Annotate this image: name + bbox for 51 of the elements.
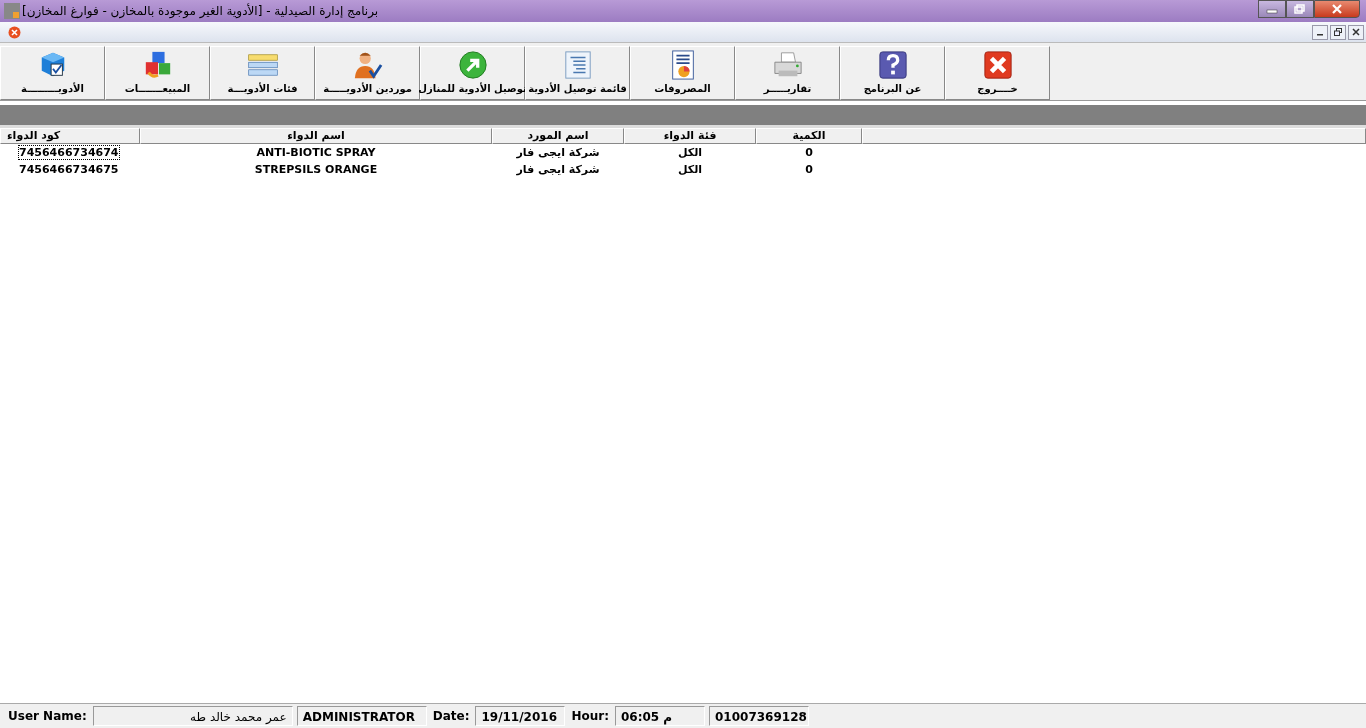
toolbar-button[interactable]: قائمة توصيل الأدوية [525, 46, 630, 100]
table-cell: 7456466734674 [19, 146, 119, 159]
close-icon [1352, 28, 1360, 36]
toolbar-button[interactable]: تقاريـــــر [735, 46, 840, 100]
close-icon[interactable] [8, 25, 21, 39]
table-cell: STREPSILS ORANGE [254, 163, 378, 176]
table-cell: 0 [805, 163, 813, 176]
toolbar-button[interactable]: المصروفات [630, 46, 735, 100]
maximize-button[interactable] [1286, 0, 1314, 18]
close-icon [1331, 4, 1343, 14]
app-icon [4, 3, 20, 19]
help-icon [877, 50, 908, 80]
table-cell: 0 [805, 146, 813, 159]
phone-field: 01007369128 [709, 706, 809, 726]
user-label: User Name: [7, 709, 88, 723]
minimize-button[interactable] [1312, 24, 1328, 40]
hour-label: Hour: [570, 709, 610, 723]
toolbar-button[interactable]: المبيعـــــــات [105, 46, 210, 100]
minimize-button[interactable] [1258, 0, 1286, 18]
restore-icon [1294, 4, 1306, 14]
hour-field: 06:05 م [615, 706, 705, 726]
column-header[interactable]: اسم المورد [492, 128, 624, 144]
close-button[interactable] [1314, 0, 1360, 18]
toolbar-button[interactable]: فئات الأدويـــة [210, 46, 315, 100]
table-cell: الكل [677, 163, 703, 176]
table-cell: شركة ايجى فار [516, 163, 600, 176]
user-name-field: عمر محمد خالد طه [92, 706, 293, 726]
list-icon [562, 50, 593, 80]
toolbar-button[interactable]: عن البرنامج [840, 46, 945, 100]
table-cell: ANTI-BIOTIC SPRAY [256, 146, 376, 159]
toolbar-button[interactable]: توصيل الأدوية للمنازل [420, 46, 525, 100]
toolbar-button[interactable]: خــــروج [945, 46, 1050, 100]
table-cell: شركة ايجى فار [516, 146, 600, 159]
restore-button[interactable] [1330, 24, 1346, 40]
date-field: 19/11/2016 [475, 706, 566, 726]
column-header[interactable]: فئة الدواء [624, 128, 756, 144]
restore-icon [1334, 28, 1342, 36]
person-check-icon [352, 50, 383, 80]
column-header[interactable]: اسم الدواء [140, 128, 492, 144]
date-label: Date: [431, 709, 471, 723]
close-button[interactable] [1348, 24, 1364, 40]
arrow-circle-icon [457, 50, 488, 80]
window-title: [برنامج إدارة الصيدلية - [الأدوية الغير موجودة بالمخازن - فوارغ المخازن [22, 4, 379, 18]
toolbar-button[interactable]: الأدويـــــــــة [0, 46, 105, 100]
table-cell: 7456466734675 [19, 163, 119, 176]
toolbar-button[interactable]: موردين الأدويـــــة [315, 46, 420, 100]
close-icon [982, 50, 1013, 80]
column-header[interactable]: كود الدواء [0, 128, 140, 144]
role-field: ADMINISTRATOR [296, 706, 427, 726]
column-header[interactable]: الكمية [756, 128, 862, 144]
table-cell: الكل [677, 146, 703, 159]
